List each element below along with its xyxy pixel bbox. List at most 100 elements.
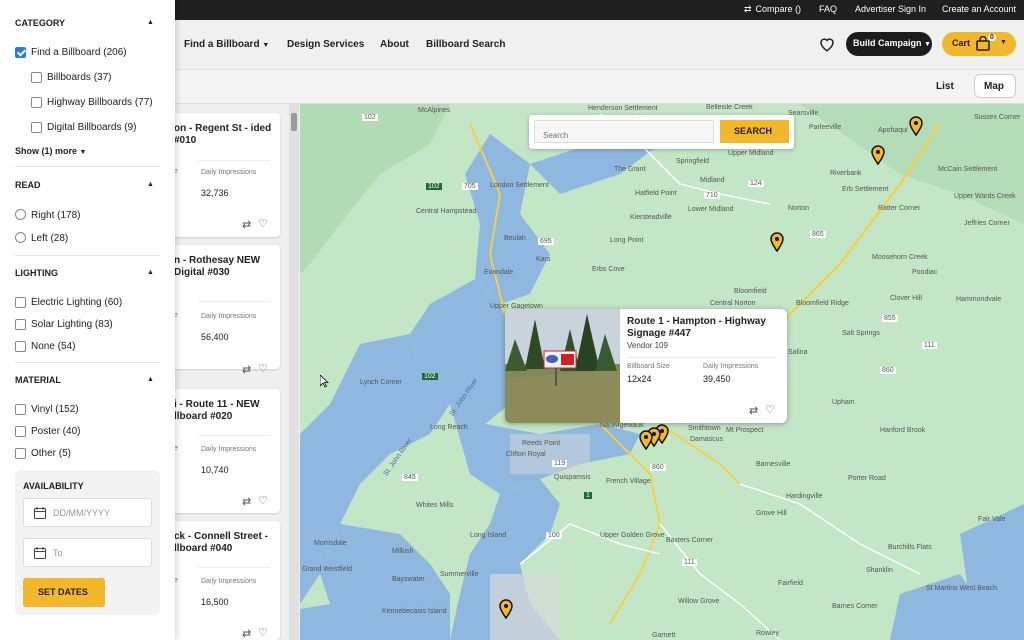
advertiser-sign-in-link[interactable]: Advertiser Sign In (855, 4, 926, 14)
category-checkbox[interactable] (31, 122, 42, 133)
map-label: Poodiac (912, 269, 938, 276)
map-label: Bayswater (392, 576, 425, 583)
billboard-pin-icon[interactable] (871, 145, 885, 165)
map-search-input[interactable] (534, 120, 714, 143)
route-shield: 705 (462, 183, 478, 190)
heart-icon[interactable]: ♡ (765, 403, 775, 416)
lighting-checkbox[interactable] (15, 297, 26, 308)
build-campaign-button[interactable]: Build Campaign ▼ (846, 32, 932, 56)
map-label: Reeds Point (522, 440, 561, 447)
billboard-pin-icon[interactable] (909, 116, 923, 136)
heart-icon[interactable]: ♡ (258, 362, 268, 375)
route-shield: 1 (584, 492, 592, 499)
map-label: Long Island (470, 532, 507, 539)
popup-divider (627, 357, 777, 358)
listing-title: n - Rothesay NEW Digital #030 (174, 255, 261, 278)
billboard-pin-icon[interactable] (770, 232, 784, 252)
list-scrollbar-thumb[interactable] (291, 113, 297, 131)
cart-button[interactable]: Cart 0 ▼ (942, 32, 1016, 56)
material-option-label: Vinyl (152) (31, 404, 79, 415)
map-label: Barnesville (756, 461, 791, 468)
listing-card[interactable]: n - Rothesay NEW Digital #030 e Daily Im… (160, 245, 280, 376)
material-section-title[interactable]: MATERIAL (15, 375, 61, 385)
show-more-link[interactable]: Show (1) more ▼ (15, 146, 86, 156)
listing-card[interactable]: on - Regent St - ided #010 e Daily Impre… (160, 113, 280, 237)
map-label: Apohaqui (878, 127, 908, 134)
lighting-checkbox[interactable] (15, 341, 26, 352)
collapse-caret-icon[interactable]: ▲ (147, 181, 154, 188)
compare-icon[interactable]: ⇄ (749, 404, 758, 417)
map-label: Springfield (676, 158, 710, 165)
heart-icon[interactable]: ♡ (258, 494, 268, 507)
collapse-caret-icon[interactable]: ▲ (147, 376, 154, 383)
popup-title: Route 1 - Hampton - Highway Signage #447 (627, 316, 766, 339)
heart-icon[interactable]: ♡ (258, 217, 268, 230)
nav-billboard-search[interactable]: Billboard Search (426, 39, 505, 50)
map-label: Henderson Settlement (588, 105, 658, 112)
heart-icon[interactable]: ♡ (258, 626, 268, 639)
category-checkbox[interactable] (31, 97, 42, 108)
billboard-pin-icon[interactable] (639, 430, 653, 450)
chevron-down-icon: ▼ (79, 149, 87, 156)
material-checkbox[interactable] (15, 404, 26, 415)
list-view-link[interactable]: List (936, 81, 954, 92)
material-checkbox[interactable] (15, 448, 26, 459)
collapse-caret-icon[interactable]: ▲ (147, 19, 154, 26)
category-option-label: Digital Billboards (9) (47, 122, 137, 133)
list-scrollbar[interactable] (289, 104, 299, 640)
compare-icon[interactable]: ⇄ (242, 495, 251, 508)
lighting-checkbox[interactable] (15, 319, 26, 330)
map-label: Summerville (440, 571, 479, 578)
billboard-popup[interactable]: Route 1 - Hampton - Highway Signage #447… (505, 309, 787, 423)
compare-icon[interactable]: ⇄ (242, 363, 251, 376)
daily-impressions-value: 16,500 (201, 597, 229, 607)
listing-card[interactable]: ck - Connell Street - llboard #040 e Dai… (160, 521, 280, 640)
read-radio[interactable] (15, 232, 26, 243)
compare-link[interactable]: ⇄ Compare () (744, 4, 801, 15)
cart-count-badge: 0 (988, 34, 996, 41)
faq-link[interactable]: FAQ (819, 4, 837, 14)
nav-find-billboard[interactable]: Find a Billboard ▼ (184, 39, 269, 50)
map-search-box: SEARCH (529, 115, 794, 149)
category-section-title[interactable]: CATEGORY (15, 18, 65, 28)
nav-design-services[interactable]: Design Services (287, 39, 364, 50)
listing-title: ck - Connell Street - llboard #040 (174, 531, 268, 554)
map-label: London Settlement (490, 182, 549, 189)
map-label: Nauwigewauk (600, 422, 644, 429)
compare-icon: ⇄ (744, 4, 752, 14)
map-label: Erb Settlement (842, 186, 889, 193)
listing-title: on - Regent St - ided #010 (174, 123, 272, 146)
chevron-down-icon: ▼ (924, 41, 931, 48)
daily-impressions-label: Daily Impressions (201, 313, 257, 320)
material-checkbox[interactable] (15, 426, 26, 437)
daily-impressions-label: Daily Impressions (201, 446, 257, 453)
nav-about[interactable]: About (380, 39, 409, 50)
map-label: The Grant (614, 166, 646, 173)
collapse-caret-icon[interactable]: ▲ (147, 269, 154, 276)
category-checkbox[interactable] (31, 72, 42, 83)
map-label: Garnett (652, 632, 676, 639)
read-radio[interactable] (15, 209, 26, 220)
compare-icon[interactable]: ⇄ (242, 218, 251, 231)
category-checkbox[interactable] (15, 47, 26, 58)
favorites-heart-icon[interactable] (818, 35, 836, 53)
map-search-button[interactable]: SEARCH (720, 120, 789, 143)
compare-icon[interactable]: ⇄ (242, 627, 251, 640)
section-divider (15, 255, 160, 256)
popup-vendor: Vendor 109 (627, 341, 668, 350)
start-date-field[interactable]: DD/MM/YYYY (23, 498, 152, 527)
route-shield: 710 (704, 192, 720, 199)
listing-card[interactable]: i - Route 11 - NEW llboard #020 e Daily … (160, 389, 280, 513)
set-dates-button[interactable]: SET DATES (23, 578, 105, 607)
route-shield: 100 (546, 532, 562, 539)
category-option-label: Find a Billboard (206) (31, 47, 127, 58)
create-account-link[interactable]: Create an Account (942, 4, 1016, 14)
map-label: Midland (700, 177, 725, 184)
read-section-title[interactable]: READ (15, 180, 41, 190)
end-date-field[interactable]: To (23, 538, 152, 567)
lighting-section-title[interactable]: LIGHTING (15, 268, 58, 278)
map-label: Smithtown (688, 425, 721, 432)
billboard-pin-icon[interactable] (499, 599, 513, 619)
card-divider (198, 160, 270, 161)
map-view-button[interactable]: Map (974, 74, 1016, 98)
